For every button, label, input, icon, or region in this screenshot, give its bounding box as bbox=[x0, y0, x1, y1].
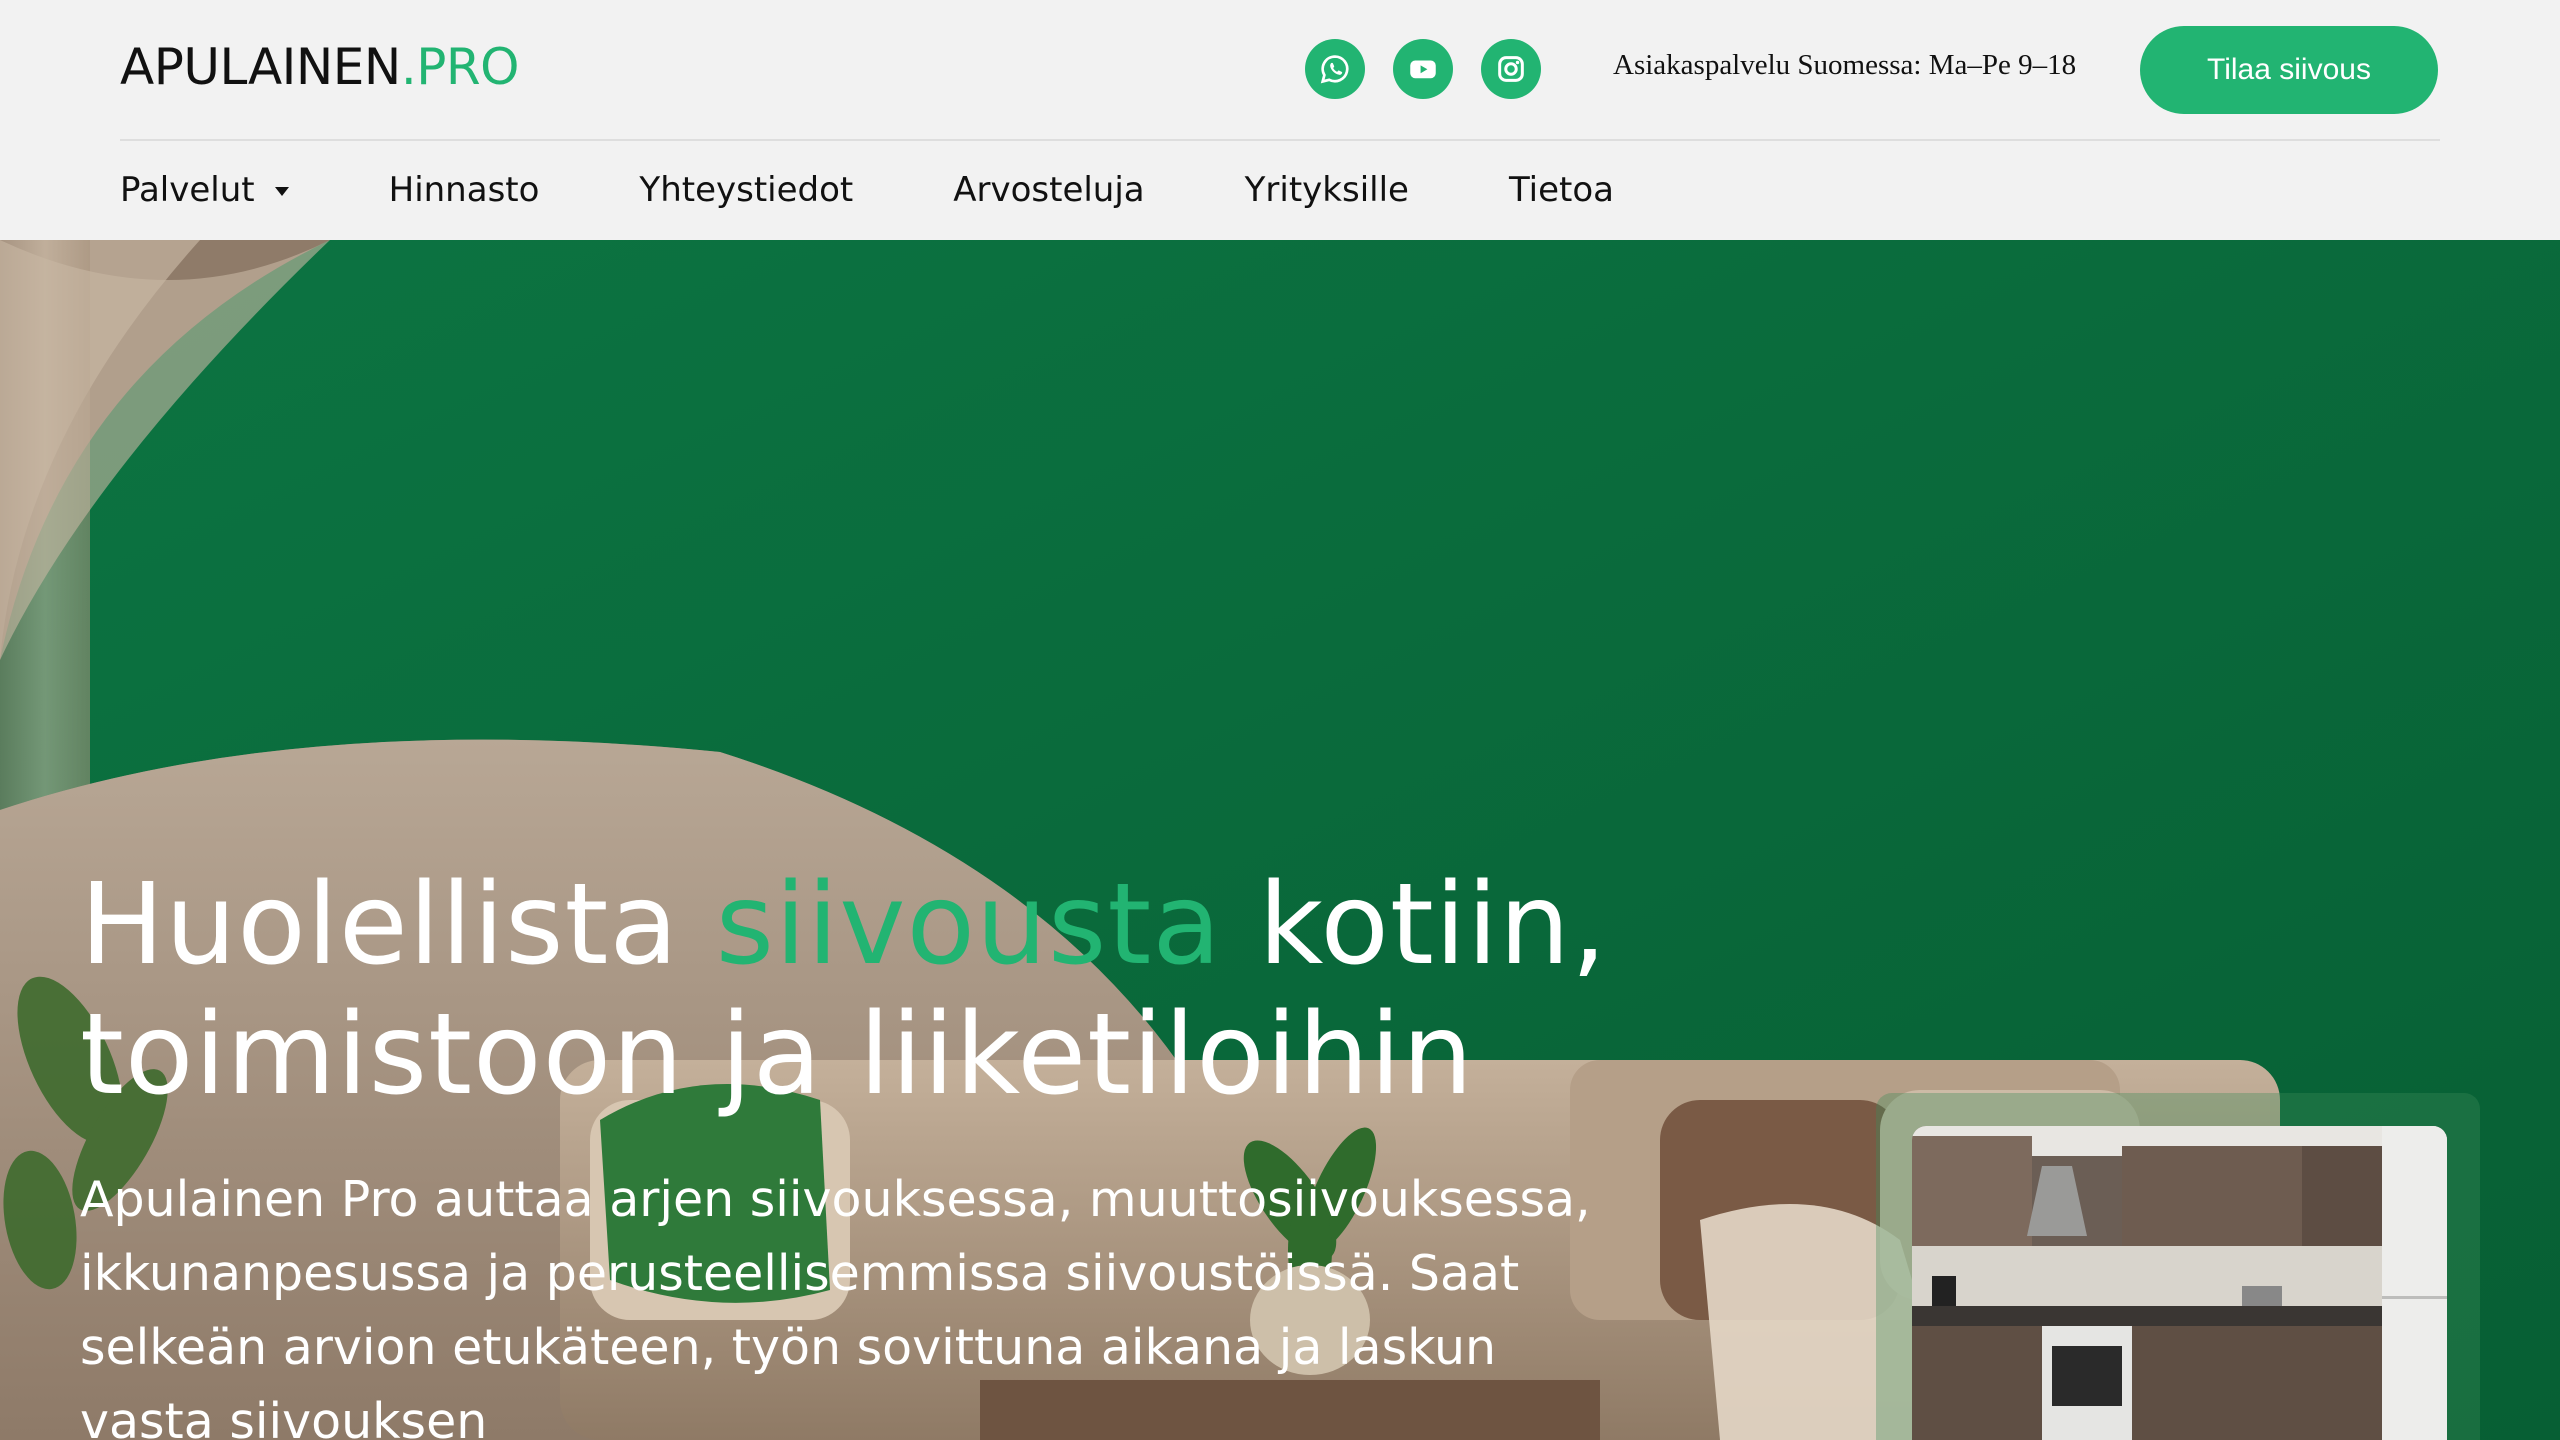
nav-item-label: Yrityksille bbox=[1244, 169, 1409, 210]
order-cleaning-button[interactable]: Tilaa siivous bbox=[2140, 26, 2438, 114]
site-header: APULAINEN.PRO Asiakaspalvelu Suomessa: M… bbox=[0, 0, 2560, 240]
social-links bbox=[1305, 39, 1541, 99]
hero-description: Apulainen Pro auttaa arjen siivouksessa,… bbox=[80, 1171, 1591, 1440]
nav-item-tietoa[interactable]: Tietoa bbox=[1509, 170, 1614, 210]
youtube-icon bbox=[1410, 60, 1436, 79]
nav-item-label: Tietoa bbox=[1508, 169, 1615, 210]
instagram-icon bbox=[1498, 56, 1524, 82]
nav-item-arvosteluja[interactable]: Arvosteluja bbox=[953, 170, 1144, 210]
nav-item-label: Yhteystiedot bbox=[639, 169, 854, 210]
hero-heading: Huolellista siivousta kotiin, toimistoon … bbox=[80, 860, 1780, 1120]
top-bar: APULAINEN.PRO Asiakaspalvelu Suomessa: M… bbox=[120, 0, 2440, 141]
hero-title-part1: Huolellista bbox=[80, 860, 716, 990]
main-nav: Palvelut Hinnasto Yhteystiedot Arvostelu… bbox=[120, 139, 1714, 240]
whatsapp-button[interactable] bbox=[1305, 39, 1365, 99]
nav-item-label: Hinnasto bbox=[388, 169, 540, 210]
whatsapp-icon bbox=[1320, 55, 1349, 84]
youtube-button[interactable] bbox=[1393, 39, 1453, 99]
logo-main: APULAINEN bbox=[120, 38, 401, 96]
hero-title-accent: siivousta bbox=[715, 860, 1222, 990]
instagram-button[interactable] bbox=[1481, 39, 1541, 99]
hero-title-part2: kotiin, bbox=[1221, 860, 1608, 990]
logo-accent: .PRO bbox=[400, 38, 520, 96]
nav-item-label: Arvosteluja bbox=[953, 169, 1145, 210]
chevron-down-icon bbox=[274, 187, 289, 196]
nav-item-yhteystiedot[interactable]: Yhteystiedot bbox=[639, 170, 853, 210]
nav-item-yrityksille[interactable]: Yrityksille bbox=[1245, 170, 1409, 210]
customer-service-hours: Asiakaspalvelu Suomessa: Ma–Pe 9–18 bbox=[1613, 49, 2077, 81]
kitchen-photo bbox=[1912, 1126, 2447, 1440]
hero-section: Huolellista siivousta kotiin, toimistoon … bbox=[0, 240, 2560, 1440]
nav-item-label: Palvelut bbox=[120, 169, 255, 210]
hero-title-line2: toimistoon ja liiketiloihin bbox=[80, 990, 1475, 1120]
nav-item-hinnasto[interactable]: Hinnasto bbox=[389, 170, 540, 210]
nav-item-palvelut[interactable]: Palvelut bbox=[120, 170, 289, 210]
site-logo[interactable]: APULAINEN.PRO bbox=[120, 38, 519, 96]
